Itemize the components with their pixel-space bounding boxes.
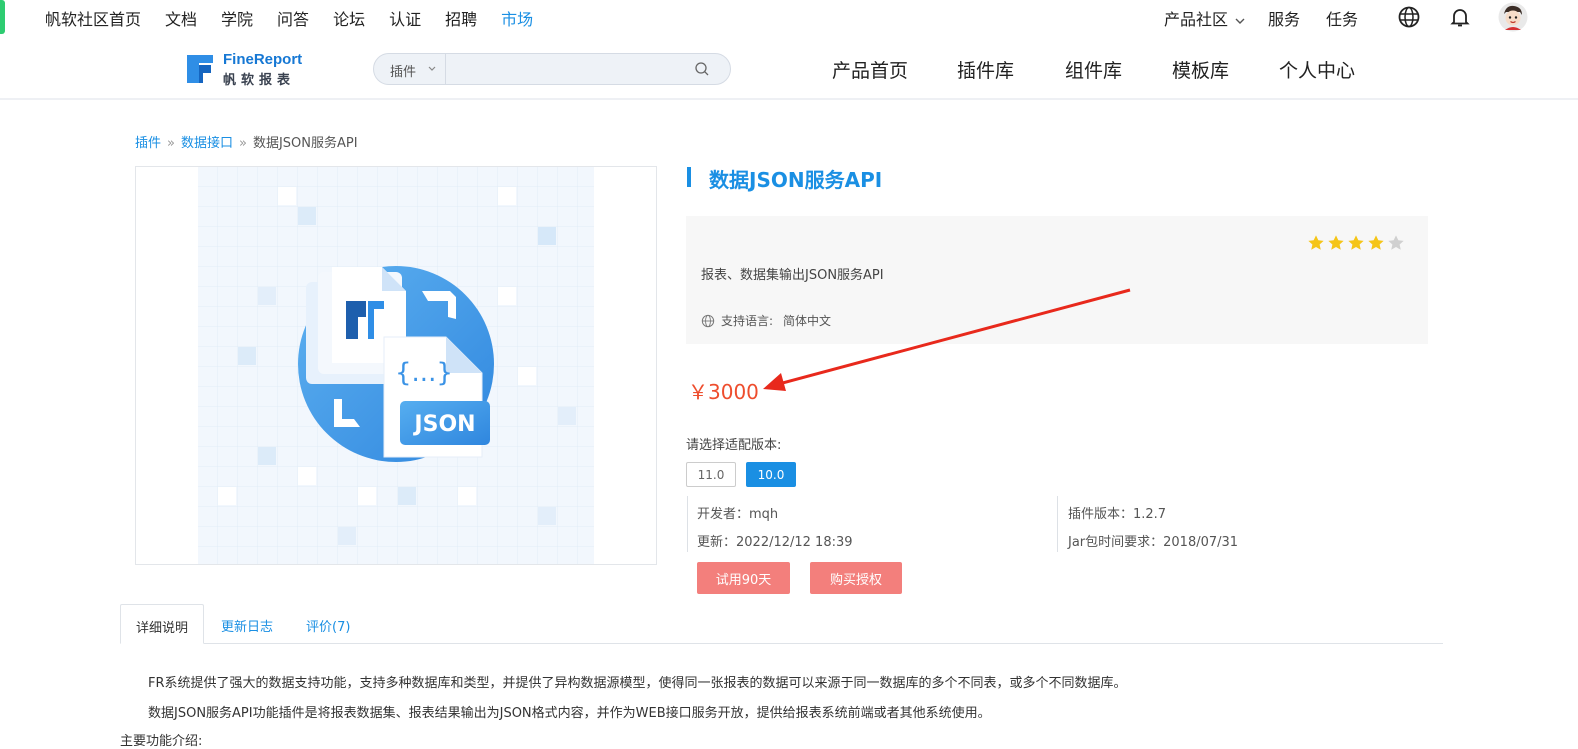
plugin-price: ￥3000	[688, 380, 759, 404]
breadcrumb-separator: »	[167, 136, 175, 151]
topnav-item-docs[interactable]: 文档	[165, 6, 197, 30]
buy-license-button[interactable]: 购买授权	[810, 562, 902, 594]
breadcrumb-data-interface[interactable]: 数据接口	[181, 136, 233, 151]
logo-text-en: FineReport	[223, 51, 303, 68]
avatar[interactable]	[1498, 2, 1528, 32]
rating-stars	[1307, 234, 1405, 252]
detail-tabs: 详细说明 更新日志 评价(7)	[120, 604, 1443, 644]
globe-icon[interactable]	[1397, 5, 1421, 29]
search-type-select[interactable]: 插件	[374, 54, 446, 84]
finereport-logo-mark	[187, 55, 213, 83]
topnav-item-home[interactable]: 帆软社区首页	[45, 6, 141, 30]
product-community-label: 产品社区	[1164, 10, 1229, 29]
json-badge-text: JSON	[412, 412, 475, 437]
search-bar: 插件	[373, 53, 731, 85]
mainnav-template-library[interactable]: 模板库	[1172, 56, 1229, 83]
meta-divider	[1057, 496, 1058, 552]
product-community-menu[interactable]: 产品社区	[1164, 6, 1245, 30]
tab-changelog[interactable]: 更新日志	[221, 604, 273, 644]
red-arrow-annotation	[763, 288, 1131, 391]
top-nav: 帆软社区首页 文档 学院 问答 论坛 认证 招聘 市场	[45, 6, 557, 30]
main-header: FineReport 帆软报表 插件 产品首页 插件库 组件库 模板库 个人中心	[0, 36, 1578, 100]
breadcrumb: 插件 » 数据接口 » 数据JSON服务API	[135, 132, 358, 151]
star-filled-icon	[1368, 235, 1384, 250]
bell-icon[interactable]	[1448, 5, 1472, 29]
meta-divider	[687, 496, 688, 552]
logo-text-cn: 帆软报表	[223, 73, 296, 88]
tab-reviews[interactable]: 评价(7)	[306, 604, 350, 644]
mainnav-component-library[interactable]: 组件库	[1065, 56, 1122, 83]
service-link[interactable]: 服务	[1268, 6, 1300, 30]
mainnav-personal-center[interactable]: 个人中心	[1279, 56, 1355, 83]
chevron-down-icon	[428, 66, 436, 71]
topnav-item-academy[interactable]: 学院	[221, 6, 253, 30]
developer-info: 开发者：mqh	[697, 507, 779, 522]
plugin-cover-image: {...} JSON	[198, 167, 594, 564]
star-empty-icon	[1388, 235, 1404, 250]
title-accent-bar	[687, 167, 691, 187]
json-braces-text: {...}	[395, 358, 453, 388]
breadcrumb-separator: »	[239, 136, 247, 151]
star-filled-icon	[1308, 235, 1324, 250]
topnav-item-cert[interactable]: 认证	[389, 6, 421, 30]
topnav-item-qa[interactable]: 问答	[277, 6, 309, 30]
topnav-item-jobs[interactable]: 招聘	[445, 6, 477, 30]
breadcrumb-plugins[interactable]: 插件	[135, 136, 161, 151]
search-input[interactable]	[447, 55, 687, 83]
plugin-description: 报表、数据集输出JSON服务API	[701, 268, 884, 283]
finereport-logo[interactable]: FineReport 帆软报表	[185, 51, 305, 88]
breadcrumb-current: 数据JSON服务API	[252, 136, 358, 151]
mainnav-product-home[interactable]: 产品首页	[832, 56, 908, 83]
mainnav-plugin-library[interactable]: 插件库	[957, 56, 1014, 83]
version-option-10[interactable]: 10.0	[746, 462, 796, 487]
jar-requirement: Jar包时间要求：2018/07/31	[1068, 535, 1239, 550]
globe-icon	[701, 314, 715, 327]
version-select-label: 请选择适配版本:	[686, 438, 782, 453]
top-accent-bar	[0, 0, 5, 34]
update-time: 更新：2022/12/12 18:39	[697, 535, 853, 550]
star-filled-icon	[1348, 235, 1364, 250]
version-option-11[interactable]: 11.0	[686, 462, 736, 487]
top-bar: 帆软社区首页 文档 学院 问答 论坛 认证 招聘 市场 产品社区 服务 任务	[0, 0, 1578, 36]
task-link[interactable]: 任务	[1326, 6, 1358, 30]
search-icon[interactable]	[694, 61, 710, 77]
plugin-title: 数据JSON服务API	[709, 168, 883, 192]
search-type-label: 插件	[390, 65, 417, 80]
plugin-version: 插件版本：1.2.7	[1068, 507, 1167, 522]
tab-details[interactable]: 详细说明	[120, 604, 204, 644]
content-paragraph: FR系统提供了强大的数据支持功能，支持多种数据库和类型，并提供了异构数据源模型，…	[148, 676, 1127, 691]
chevron-down-icon	[1235, 18, 1245, 24]
topnav-item-market[interactable]: 市场	[501, 6, 533, 30]
plugin-image-frame: {...} JSON	[135, 166, 657, 565]
trial-button[interactable]: 试用90天	[697, 562, 790, 594]
content-paragraph: 数据JSON服务API功能插件是将报表数据集、报表结果输出为JSON格式内容，并…	[148, 706, 991, 721]
content-subheading: 主要功能介绍:	[120, 734, 203, 749]
star-filled-icon	[1328, 235, 1344, 250]
topnav-item-forum[interactable]: 论坛	[333, 6, 365, 30]
